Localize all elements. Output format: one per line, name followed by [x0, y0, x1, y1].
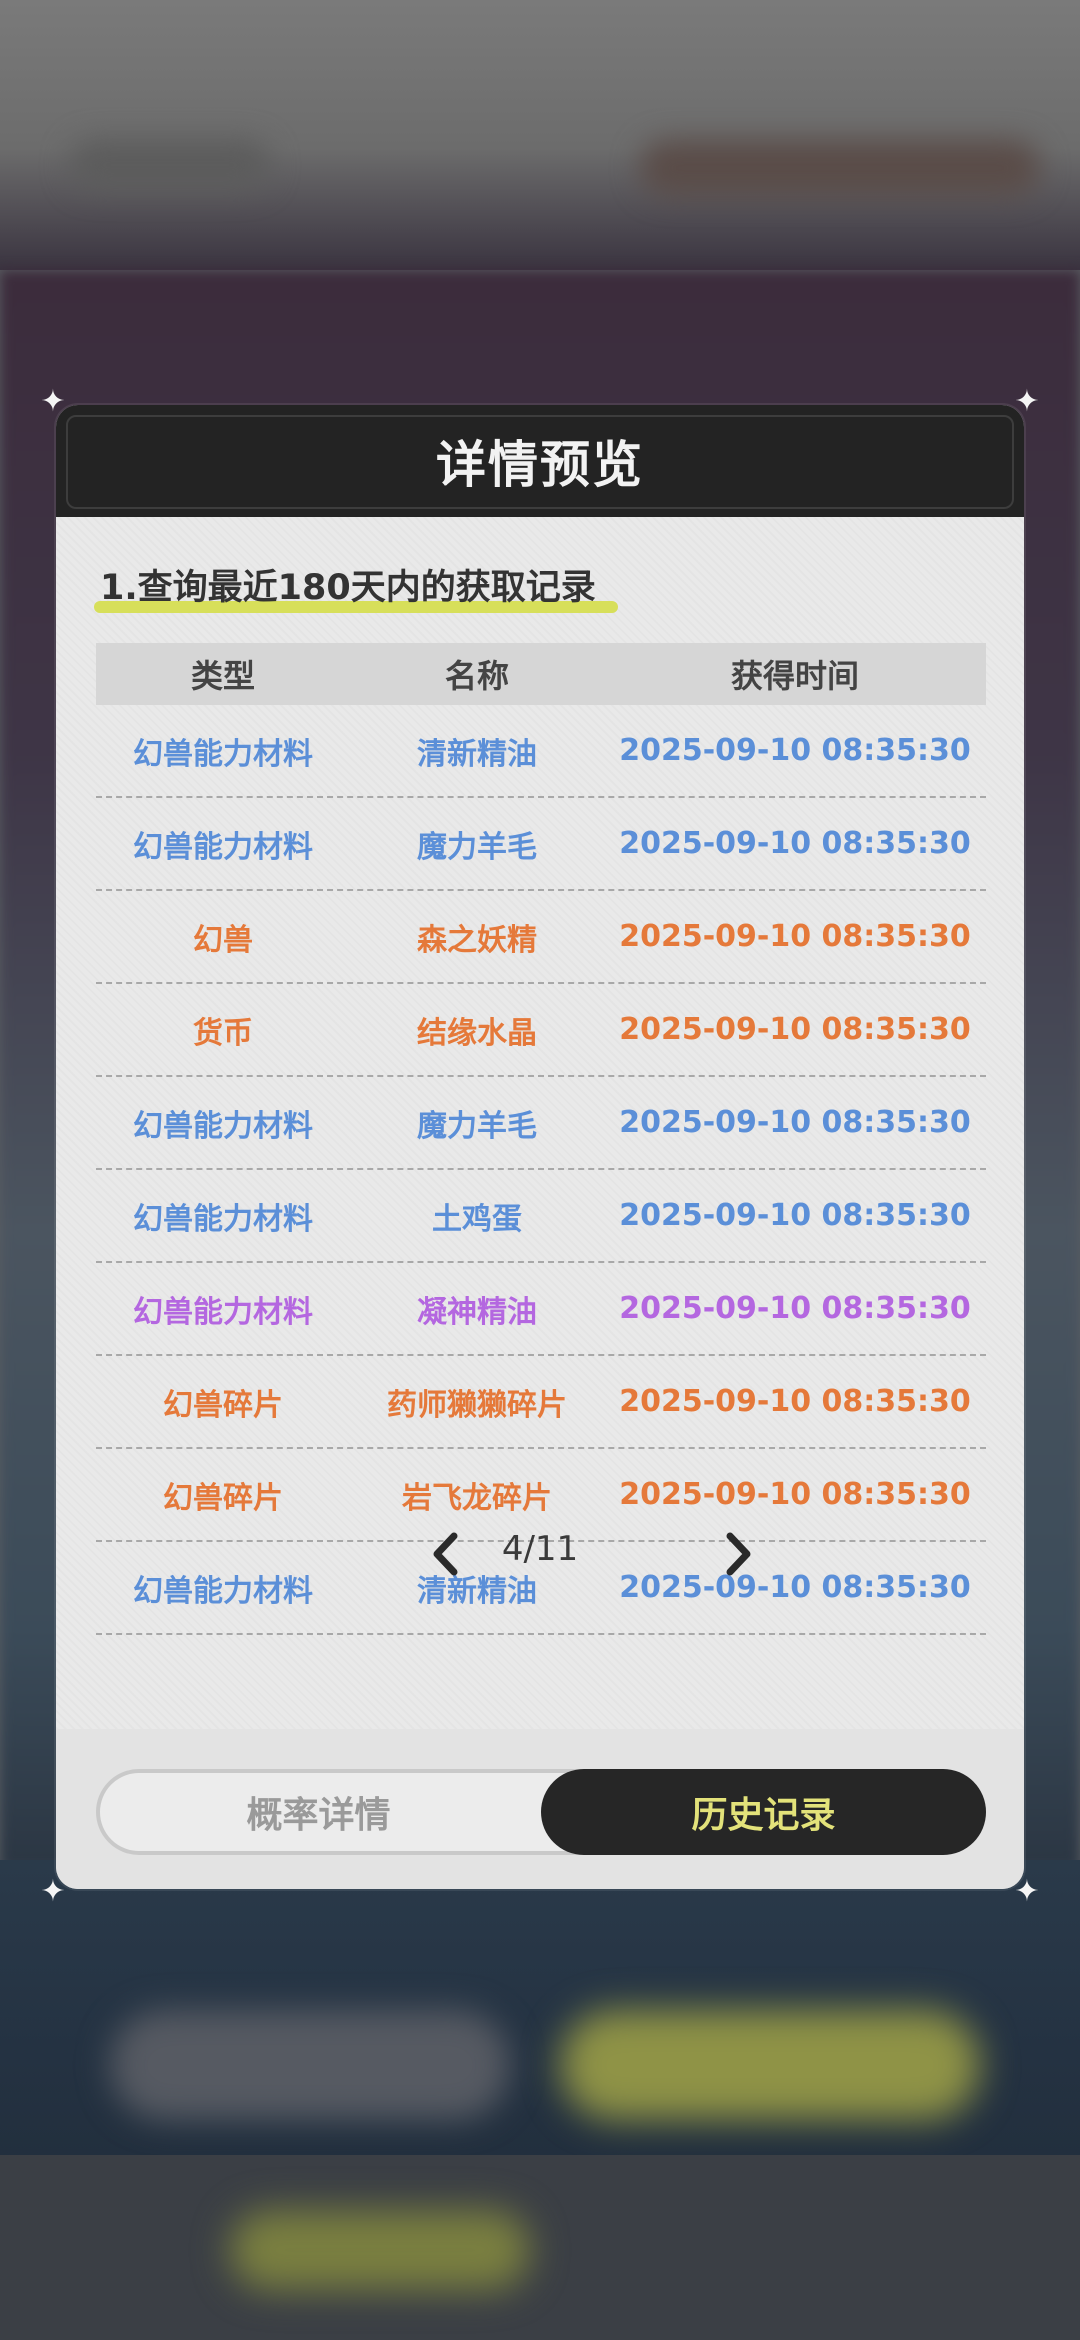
background-blob	[640, 140, 1040, 196]
table-row: 幻兽能力材料 魔力羊毛 2025-09-10 08:35:30	[96, 1077, 986, 1170]
row-type: 幻兽碎片	[163, 1480, 283, 1516]
row-type: 幻兽碎片	[163, 1387, 283, 1423]
row-time: 2025-09-10 08:35:30	[619, 1291, 971, 1326]
table-row: 幻兽碎片 药师獭獭碎片 2025-09-10 08:35:30	[96, 1356, 986, 1449]
row-time: 2025-09-10 08:35:30	[619, 1477, 971, 1512]
row-name: 魔力羊毛	[417, 1108, 537, 1144]
dialog-title: 详情预览	[436, 436, 644, 494]
row-type: 幻兽	[193, 922, 253, 958]
corner-ornament-icon: ✦	[40, 384, 66, 419]
row-name: 结缘水晶	[417, 1015, 537, 1051]
tab-switcher: 概率详情 历史记录	[96, 1769, 986, 1855]
corner-ornament-icon: ✦	[1014, 1874, 1040, 1909]
section-title: 1.查询最近180天内的获取记录	[100, 568, 596, 608]
row-time: 2025-09-10 08:35:30	[619, 733, 971, 768]
row-type: 货币	[193, 1015, 253, 1051]
row-name: 药师獭獭碎片	[387, 1387, 567, 1423]
background-top	[0, 0, 1080, 270]
page-indicator: 4/11	[501, 1529, 579, 1569]
dialog-footer: 概率详情 历史记录	[56, 1729, 1024, 1889]
row-time: 2025-09-10 08:35:30	[619, 1012, 971, 1047]
background-pill	[110, 2010, 510, 2120]
row-name: 凝神精油	[417, 1294, 537, 1330]
row-time: 2025-09-10 08:35:30	[619, 1198, 971, 1233]
table-body: 幻兽能力材料 清新精油 2025-09-10 08:35:30 幻兽能力材料 魔力羊毛 2…	[96, 705, 986, 1635]
header-name: 名称	[444, 657, 509, 695]
dialog-content: 1.查询最近180天内的获取记录 类型 名称 获得时间 幻兽能力材料 清新精油 20…	[56, 517, 1024, 1729]
table-row: 幻兽能力材料 魔力羊毛 2025-09-10 08:35:30	[96, 798, 986, 891]
pagination: 4/11	[56, 1517, 1024, 1591]
row-type: 幻兽能力材料	[133, 829, 313, 865]
table-header: 类型 名称 获得时间	[96, 643, 986, 705]
row-time: 2025-09-10 08:35:30	[619, 1105, 971, 1140]
row-name: 森之妖精	[417, 922, 537, 958]
corner-ornament-icon: ✦	[1014, 384, 1040, 419]
row-type: 幻兽能力材料	[133, 1294, 313, 1330]
background-pill	[560, 2010, 980, 2120]
row-time: 2025-09-10 08:35:30	[619, 919, 971, 954]
row-type: 幻兽能力材料	[133, 736, 313, 772]
next-page-button[interactable]	[712, 1527, 766, 1581]
row-name: 岩飞龙碎片	[402, 1480, 552, 1516]
history-table: 类型 名称 获得时间 幻兽能力材料 清新精油 2025-09-10 08:35:30…	[96, 643, 986, 1635]
table-row: 幻兽能力材料 清新精油 2025-09-10 08:35:30	[96, 705, 986, 798]
tab-probability-details[interactable]: 概率详情	[96, 1769, 541, 1855]
table-row: 货币 结缘水晶 2025-09-10 08:35:30	[96, 984, 986, 1077]
header-type: 类型	[190, 657, 255, 695]
background-blob	[70, 140, 270, 190]
row-name: 魔力羊毛	[417, 829, 537, 865]
row-type: 幻兽能力材料	[133, 1201, 313, 1237]
row-time: 2025-09-10 08:35:30	[619, 1384, 971, 1419]
row-name: 土鸡蛋	[432, 1201, 522, 1237]
chevron-right-icon	[726, 1532, 751, 1576]
table-row: 幻兽能力材料 土鸡蛋 2025-09-10 08:35:30	[96, 1170, 986, 1263]
table-row: 幻兽能力材料 凝神精油 2025-09-10 08:35:30	[96, 1263, 986, 1356]
corner-ornament-icon: ✦	[40, 1874, 66, 1909]
detail-preview-dialog: 详情预览 1.查询最近180天内的获取记录 类型 名称 获得时间 幻兽能力材料 清…	[40, 387, 1039, 1907]
tab-history-records[interactable]: 历史记录	[541, 1769, 986, 1855]
background-strip	[0, 2155, 1080, 2340]
table-row: 幻兽 森之妖精 2025-09-10 08:35:30	[96, 891, 986, 984]
dialog-header: 详情预览	[56, 405, 1024, 517]
row-type: 幻兽能力材料	[133, 1108, 313, 1144]
row-name: 清新精油	[417, 736, 537, 772]
header-time: 获得时间	[730, 657, 859, 695]
row-time: 2025-09-10 08:35:30	[619, 826, 971, 861]
background-pill	[230, 2210, 530, 2290]
